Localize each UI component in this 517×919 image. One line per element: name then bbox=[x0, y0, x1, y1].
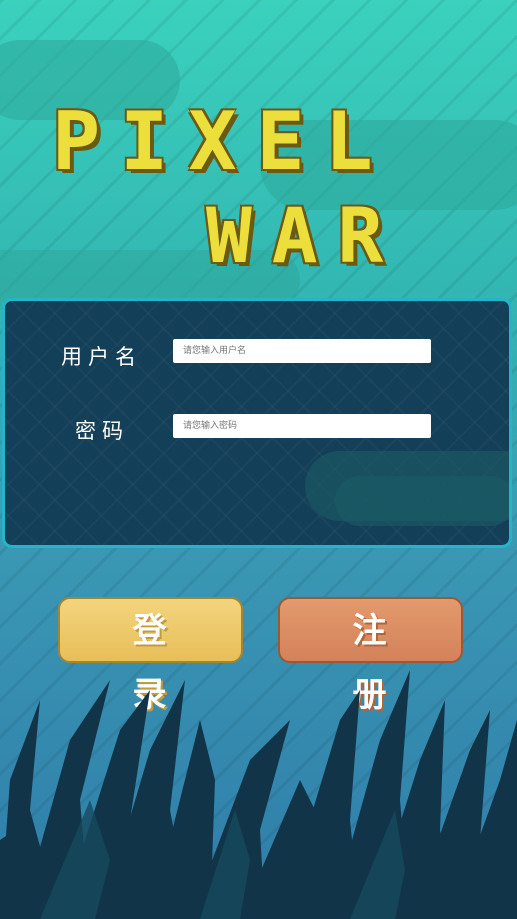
grass-silhouette bbox=[0, 670, 517, 919]
game-title-line1: PIXEL bbox=[52, 95, 393, 188]
login-screen: PIXEL WAR 用户名 密码 登 录 注 册 bbox=[0, 0, 517, 919]
game-title-line2: WAR bbox=[206, 191, 404, 280]
login-panel: 用户名 密码 bbox=[2, 298, 512, 548]
login-button[interactable]: 登 录 bbox=[58, 597, 243, 715]
username-input[interactable] bbox=[173, 339, 431, 363]
register-button[interactable]: 注 册 bbox=[278, 597, 463, 715]
password-input[interactable] bbox=[173, 414, 431, 438]
username-label: 用户名 bbox=[61, 345, 142, 369]
password-label: 密码 bbox=[75, 419, 129, 443]
panel-cloud bbox=[335, 476, 509, 526]
